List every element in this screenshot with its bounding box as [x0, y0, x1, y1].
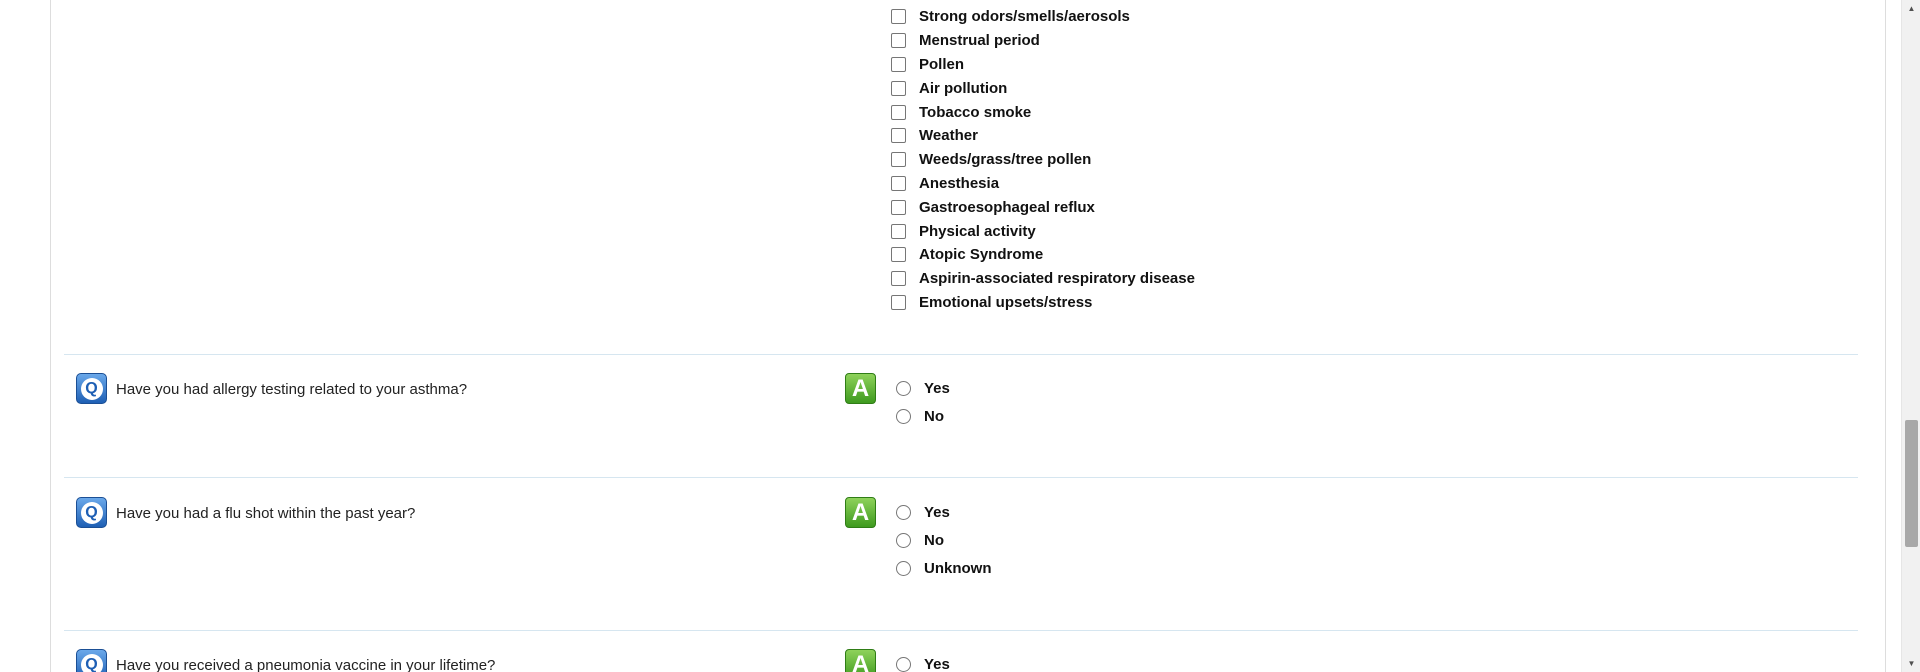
section-divider: [64, 354, 1858, 355]
checkbox-option[interactable]: Emotional upsets/stress: [891, 291, 1195, 315]
checkbox-option[interactable]: Weather: [891, 124, 1195, 148]
checkbox-label: Anesthesia: [919, 174, 1000, 192]
checkbox[interactable]: [891, 33, 906, 49]
radio-label: Unknown: [924, 559, 992, 577]
checkbox[interactable]: [891, 152, 906, 168]
checkbox[interactable]: [891, 80, 906, 96]
question-icon: Q: [76, 649, 107, 672]
question-text: Have you had allergy testing related to …: [116, 381, 468, 398]
radio-label: Yes: [924, 379, 950, 397]
radio-option-yes[interactable]: Yes: [896, 374, 950, 402]
checkbox-label: Emotional upsets/stress: [919, 293, 1093, 311]
scrollbar-thumb[interactable]: [1905, 420, 1918, 547]
trigger-checkbox-list: Strong odors/smells/aerosols Menstrual p…: [891, 5, 1195, 314]
radio-group: Yes No: [896, 374, 950, 430]
checkbox-label: Weeds/grass/tree pollen: [919, 151, 1092, 169]
checkbox-label: Pollen: [919, 55, 965, 73]
checkbox[interactable]: [891, 104, 906, 120]
answer-icon: A: [845, 373, 876, 404]
scroll-down-icon[interactable]: ▼: [1902, 655, 1920, 672]
checkbox-option[interactable]: Anesthesia: [891, 172, 1195, 196]
checkbox[interactable]: [891, 128, 906, 144]
radio-group: Yes No Unknown: [896, 498, 992, 582]
checkbox-option[interactable]: Air pollution: [891, 76, 1195, 100]
checkbox[interactable]: [891, 223, 906, 239]
checkbox[interactable]: [891, 271, 906, 287]
checkbox-label: Tobacco smoke: [919, 103, 1032, 121]
checkbox[interactable]: [891, 56, 906, 72]
radio-option-no[interactable]: No: [896, 402, 950, 430]
section-divider: [64, 630, 1858, 631]
checkbox-label: Aspirin-associated respiratory disease: [919, 270, 1195, 288]
checkbox-option[interactable]: Pollen: [891, 53, 1195, 77]
checkbox-option[interactable]: Atopic Syndrome: [891, 243, 1195, 267]
radio-option-unknown[interactable]: Unknown: [896, 554, 992, 582]
checkbox[interactable]: [891, 247, 906, 263]
questionnaire-form: Strong odors/smells/aerosols Menstrual p…: [50, 0, 1886, 672]
checkbox-label: Gastroesophageal reflux: [919, 198, 1095, 216]
checkbox-option[interactable]: Tobacco smoke: [891, 100, 1195, 124]
radio-group: Yes: [896, 650, 950, 672]
checkbox-option[interactable]: Gastroesophageal reflux: [891, 195, 1195, 219]
radio-button[interactable]: [896, 656, 911, 672]
checkbox-option[interactable]: Aspirin-associated respiratory disease: [891, 267, 1195, 291]
vertical-scrollbar[interactable]: ▲ ▼: [1901, 0, 1920, 672]
radio-button[interactable]: [896, 504, 911, 520]
checkbox-label: Physical activity: [919, 222, 1036, 240]
answer-icon: A: [845, 649, 876, 672]
question-text: Have you had a flu shot within the past …: [116, 505, 416, 522]
question-icon: Q: [76, 497, 107, 528]
radio-label: No: [924, 531, 944, 549]
radio-button[interactable]: [896, 408, 911, 424]
checkbox[interactable]: [891, 175, 906, 191]
checkbox-label: Weather: [919, 127, 978, 145]
checkbox-option[interactable]: Menstrual period: [891, 29, 1195, 53]
checkbox-option[interactable]: Physical activity: [891, 219, 1195, 243]
radio-button[interactable]: [896, 532, 911, 548]
checkbox-option[interactable]: Weeds/grass/tree pollen: [891, 148, 1195, 172]
radio-label: No: [924, 407, 944, 425]
checkbox[interactable]: [891, 199, 906, 215]
checkbox[interactable]: [891, 9, 906, 25]
checkbox[interactable]: [891, 294, 906, 310]
answer-icon: A: [845, 497, 876, 528]
checkbox-option[interactable]: Strong odors/smells/aerosols: [891, 5, 1195, 29]
question-text: Have you received a pneumonia vaccine in…: [116, 657, 496, 672]
checkbox-label: Atopic Syndrome: [919, 246, 1044, 264]
section-divider: [64, 477, 1858, 478]
checkbox-label: Menstrual period: [919, 32, 1040, 50]
checkbox-label: Air pollution: [919, 79, 1008, 97]
checkbox-label: Strong odors/smells/aerosols: [919, 8, 1130, 26]
radio-label: Yes: [924, 655, 950, 672]
question-icon: Q: [76, 373, 107, 404]
scroll-up-icon[interactable]: ▲: [1902, 0, 1920, 17]
radio-option-yes[interactable]: Yes: [896, 650, 950, 672]
radio-label: Yes: [924, 503, 950, 521]
radio-option-no[interactable]: No: [896, 526, 992, 554]
radio-button[interactable]: [896, 380, 911, 396]
radio-option-yes[interactable]: Yes: [896, 498, 992, 526]
radio-button[interactable]: [896, 560, 911, 576]
